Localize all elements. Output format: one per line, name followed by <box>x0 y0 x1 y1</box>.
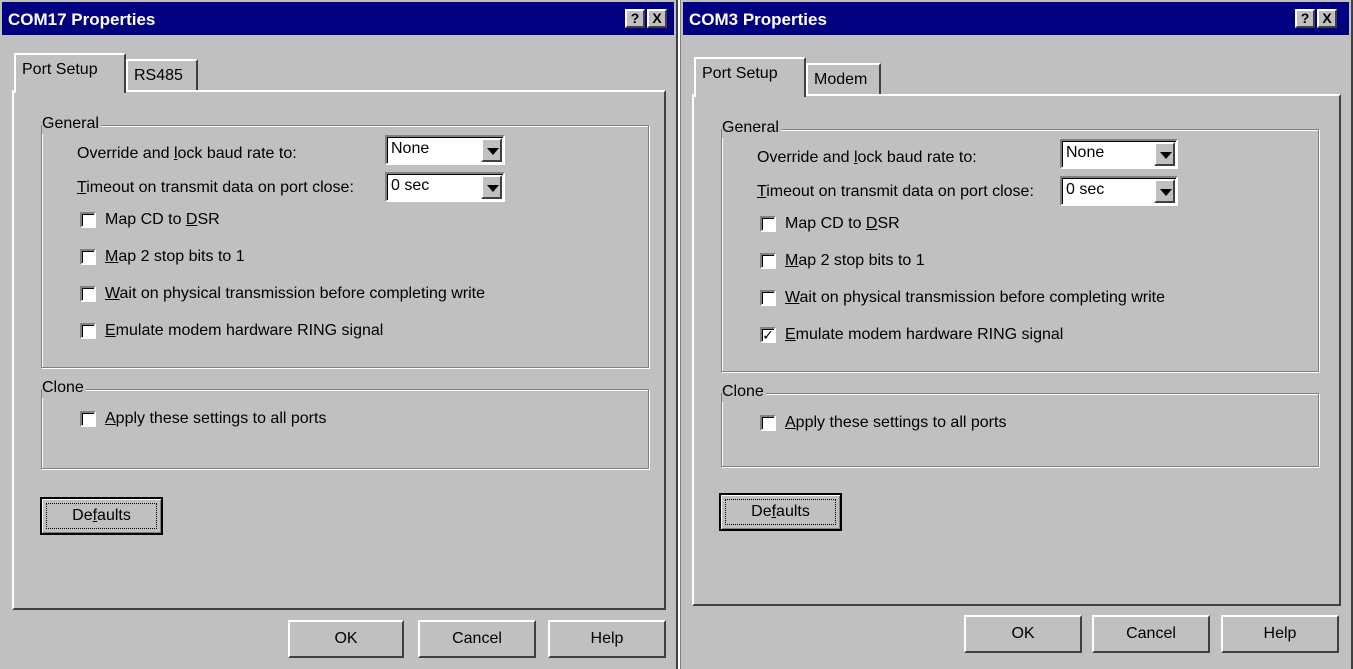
help-button[interactable]: Help <box>548 620 666 658</box>
general-legend: General <box>722 118 781 138</box>
baud-rate-dropdown[interactable]: None <box>385 135 505 165</box>
timeout-dropdown[interactable]: 0 sec <box>1060 176 1178 206</box>
tab-label: RS485 <box>134 67 183 84</box>
wait-transmission-label[interactable]: Wait on physical transmission before com… <box>785 288 1165 308</box>
map-cd-dsr-checkbox[interactable] <box>760 216 776 232</box>
chevron-down-icon[interactable] <box>481 175 502 199</box>
timeout-value: 0 sec <box>1066 181 1105 198</box>
tab-modem[interactable]: Modem <box>806 63 881 97</box>
chevron-down-icon[interactable] <box>481 138 502 162</box>
tab-port-setup[interactable]: Port Setup <box>14 53 126 93</box>
emulate-ring-label[interactable]: Emulate modem hardware RING signal <box>785 325 1063 345</box>
title-bar: COM17 Properties ? X <box>2 2 674 35</box>
check-mark-icon: ✓ <box>762 327 774 343</box>
com3-properties-dialog: COM3 Properties ? X Port Setup Modem Gen… <box>680 0 1353 669</box>
clone-group: Clone Apply these settings to all ports <box>721 382 1319 467</box>
tab-panel: General Override and lock baud rate to: … <box>12 90 666 610</box>
wait-transmission-checkbox[interactable] <box>760 290 776 306</box>
defaults-button-label: Defaults <box>725 499 836 525</box>
tab-label: Modem <box>814 71 868 88</box>
wait-transmission-checkbox[interactable] <box>80 286 96 302</box>
timeout-label: Timeout on transmit data on port close: <box>757 183 1034 200</box>
map-cd-dsr-label[interactable]: Map CD to DSR <box>785 214 900 234</box>
baud-rate-value: None <box>1066 144 1105 161</box>
help-title-button[interactable]: ? <box>1295 9 1315 28</box>
timeout-label: Timeout on transmit data on port close: <box>77 179 354 196</box>
map-stop-bits-label[interactable]: Map 2 stop bits to 1 <box>105 247 245 267</box>
map-cd-dsr-checkbox[interactable] <box>80 212 96 228</box>
emulate-ring-label[interactable]: Emulate modem hardware RING signal <box>105 321 383 341</box>
clone-group: Clone Apply these settings to all ports <box>41 378 649 469</box>
title-bar: COM3 Properties ? X <box>683 2 1349 35</box>
chevron-down-icon[interactable] <box>1154 142 1175 166</box>
general-group: General Override and lock baud rate to: … <box>721 118 1319 372</box>
emulate-ring-checkbox[interactable]: ✓ <box>760 327 776 343</box>
clone-legend: Clone <box>42 378 86 398</box>
timeout-dropdown[interactable]: 0 sec <box>385 172 505 202</box>
baud-rate-label: Override and lock baud rate to: <box>757 149 977 166</box>
map-stop-bits-label[interactable]: Map 2 stop bits to 1 <box>785 251 925 271</box>
dialog-title: COM17 Properties <box>8 10 156 29</box>
baud-rate-dropdown[interactable]: None <box>1060 139 1178 169</box>
apply-all-ports-checkbox[interactable] <box>80 411 96 427</box>
tab-label: Port Setup <box>702 65 778 82</box>
timeout-value: 0 sec <box>391 177 430 194</box>
baud-rate-value: None <box>391 140 430 157</box>
emulate-ring-checkbox[interactable] <box>80 323 96 339</box>
dialog-title: COM3 Properties <box>689 10 827 29</box>
clone-legend: Clone <box>722 382 766 402</box>
defaults-button-label: Defaults <box>46 503 157 529</box>
cancel-button[interactable]: Cancel <box>418 620 536 658</box>
wait-transmission-label[interactable]: Wait on physical transmission before com… <box>105 284 485 304</box>
map-stop-bits-checkbox[interactable] <box>80 249 96 265</box>
chevron-down-icon[interactable] <box>1154 179 1175 203</box>
tab-port-setup[interactable]: Port Setup <box>694 57 806 97</box>
cancel-button[interactable]: Cancel <box>1092 615 1210 653</box>
help-button[interactable]: Help <box>1221 615 1339 653</box>
ok-button[interactable]: OK <box>288 620 404 658</box>
general-legend: General <box>42 114 101 134</box>
map-cd-dsr-label[interactable]: Map CD to DSR <box>105 210 220 230</box>
com17-properties-dialog: COM17 Properties ? X Port Setup RS485 Ge… <box>0 0 678 669</box>
general-group: General Override and lock baud rate to: … <box>41 114 649 368</box>
ok-button[interactable]: OK <box>964 615 1082 653</box>
defaults-button[interactable]: Defaults <box>719 493 842 531</box>
apply-all-ports-label[interactable]: Apply these settings to all ports <box>105 409 326 429</box>
help-title-button[interactable]: ? <box>625 9 645 28</box>
close-title-button[interactable]: X <box>1317 9 1337 28</box>
tab-label: Port Setup <box>22 61 98 78</box>
map-stop-bits-checkbox[interactable] <box>760 253 776 269</box>
baud-rate-label: Override and lock baud rate to: <box>77 145 297 162</box>
close-title-button[interactable]: X <box>647 9 667 28</box>
tab-rs485[interactable]: RS485 <box>126 59 198 93</box>
defaults-button[interactable]: Defaults <box>40 497 163 535</box>
apply-all-ports-checkbox[interactable] <box>760 415 776 431</box>
tab-panel: General Override and lock baud rate to: … <box>692 94 1341 606</box>
apply-all-ports-label[interactable]: Apply these settings to all ports <box>785 413 1006 433</box>
